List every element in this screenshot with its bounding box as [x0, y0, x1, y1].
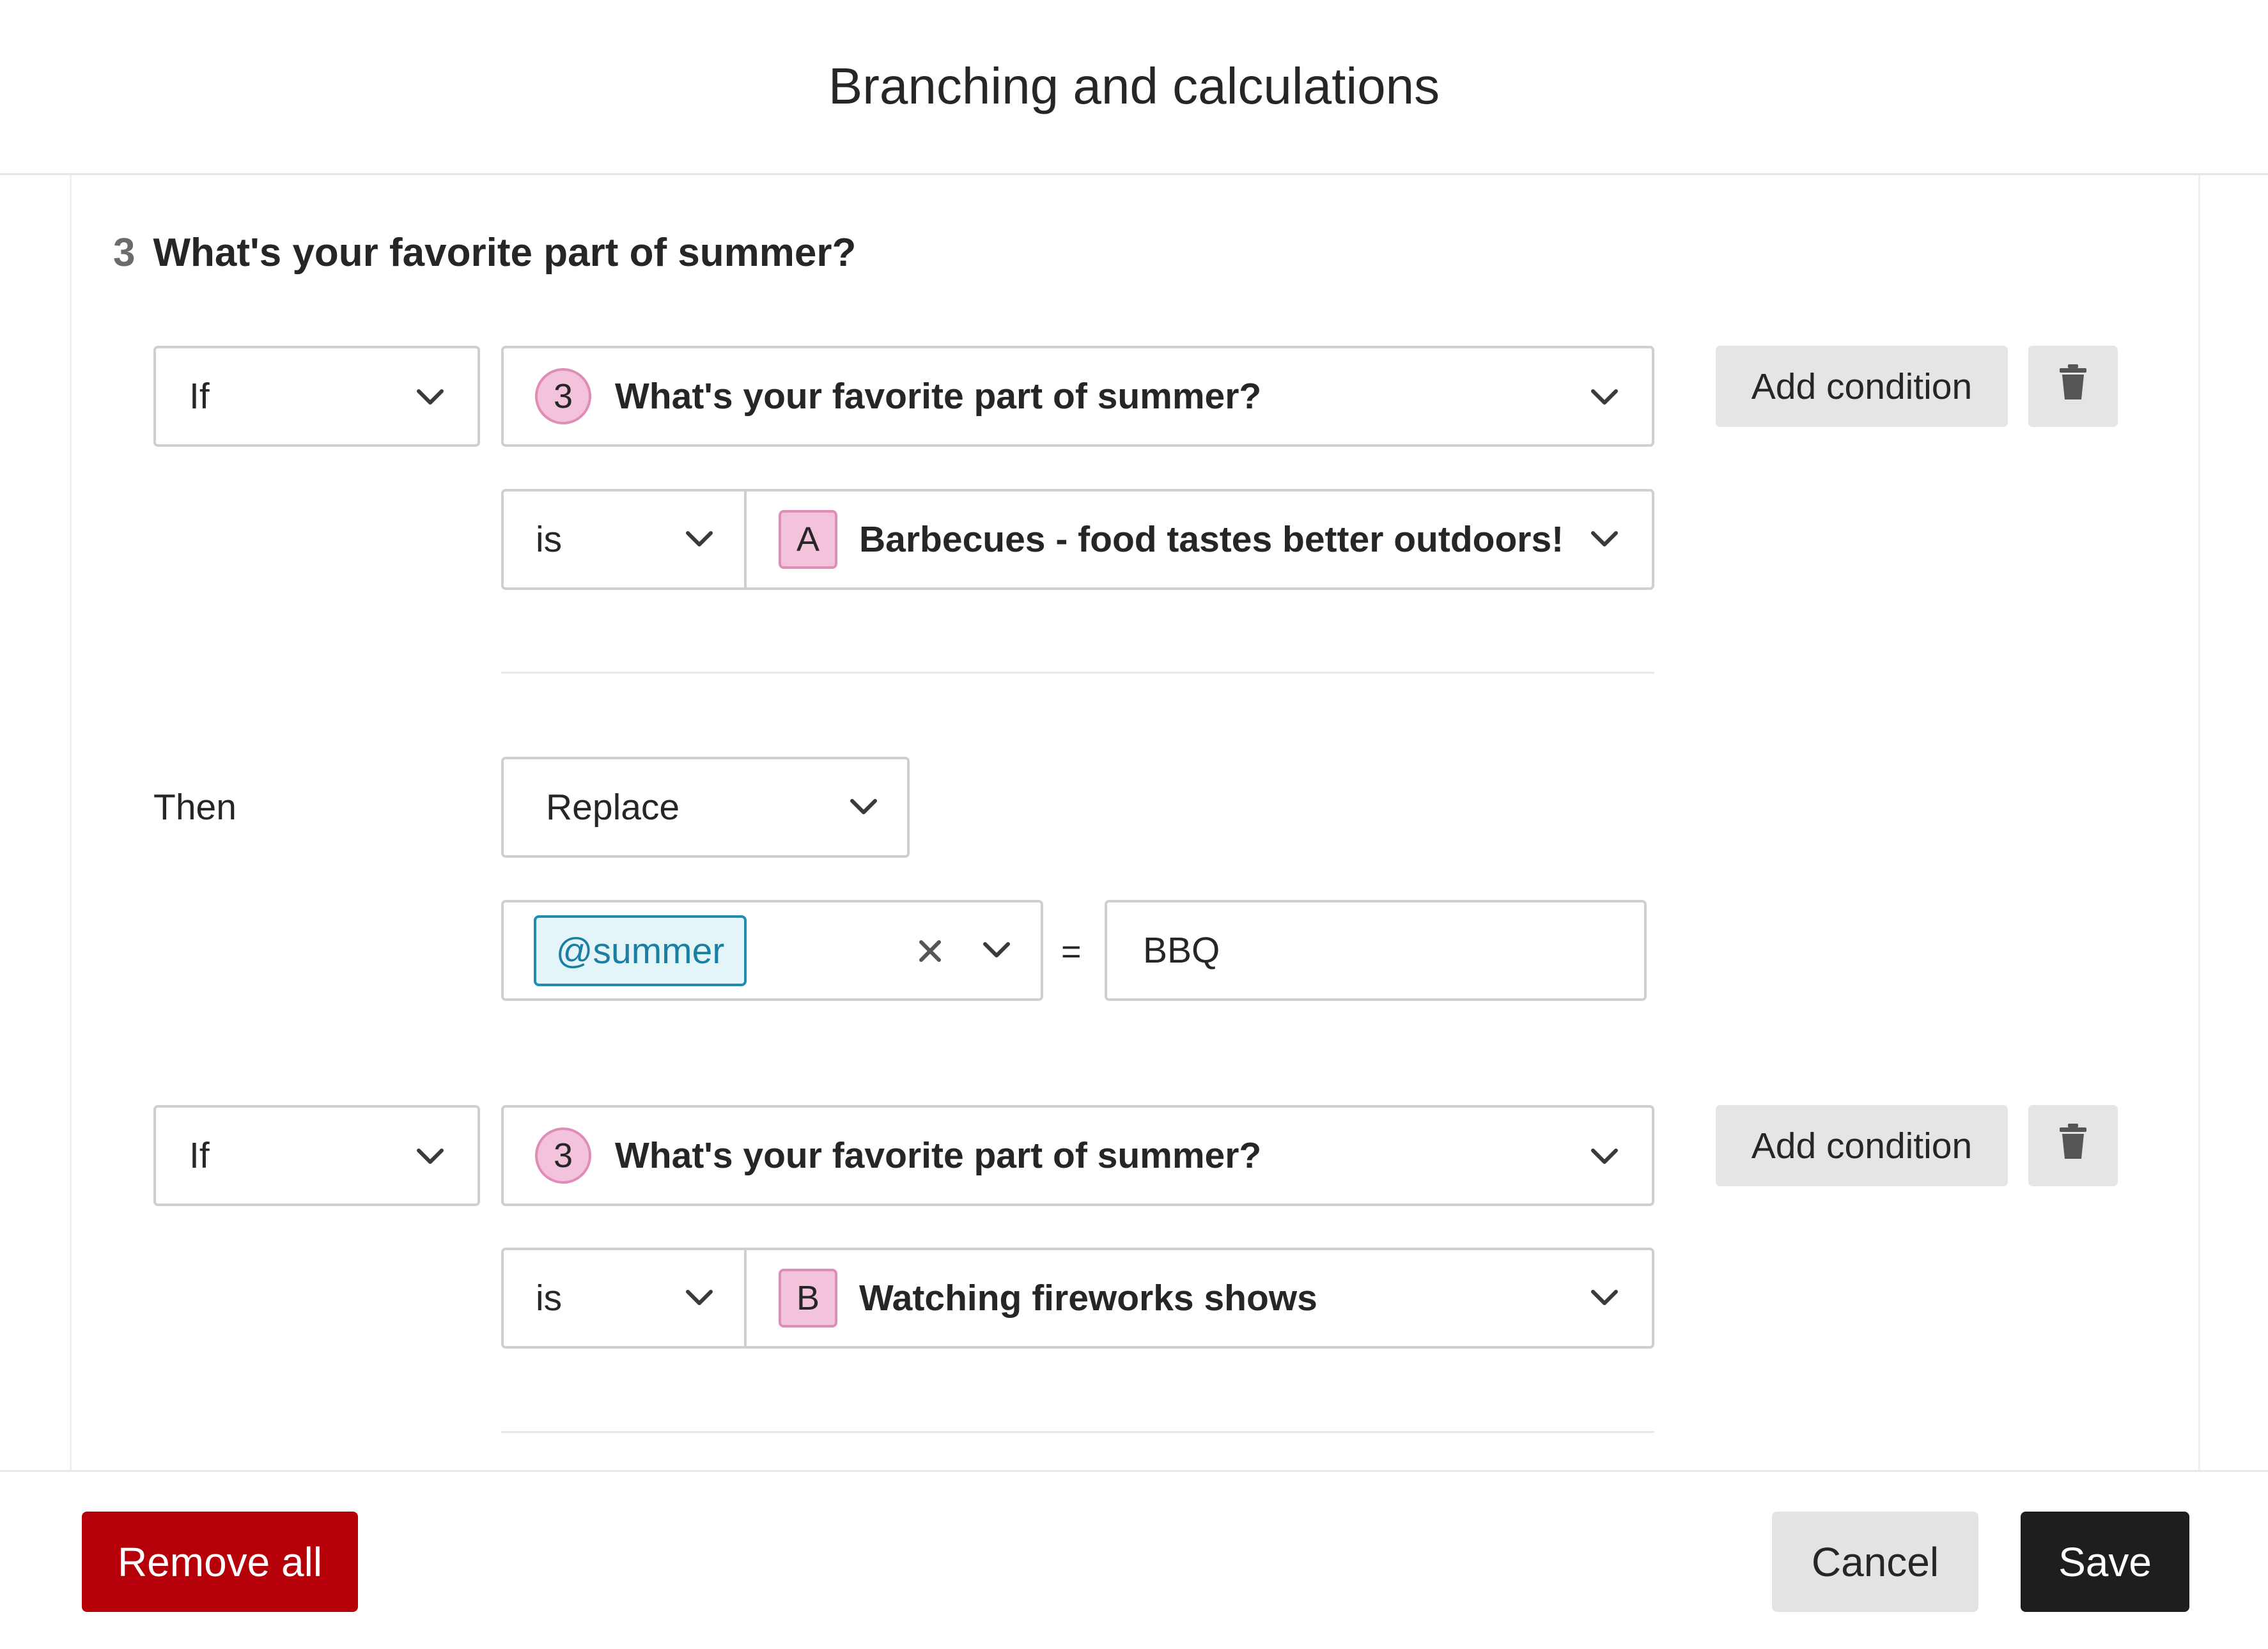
answer-select[interactable]: A Barbecues - food tastes better outdoor… [744, 489, 1654, 590]
delete-rule-button[interactable] [2028, 1105, 2118, 1186]
question-number-badge: 3 [535, 1127, 591, 1184]
remove-all-button[interactable]: Remove all [82, 1512, 358, 1612]
question-select-label: What's your favorite part of summer? [615, 1135, 1262, 1176]
chevron-down-icon [1590, 1289, 1619, 1308]
question-select[interactable]: 3 What's your favorite part of summer? [501, 346, 1654, 447]
answer-letter-badge: A [779, 510, 837, 569]
add-condition-button[interactable]: Add condition [1716, 1105, 2008, 1186]
chevron-down-icon [1590, 530, 1619, 549]
add-condition-button[interactable]: Add condition [1716, 346, 2008, 427]
question-select-label: What's your favorite part of summer? [615, 376, 1262, 417]
if-select[interactable]: If [153, 1105, 480, 1206]
replacement-value-text: BBQ [1143, 930, 1220, 971]
chevron-down-icon [850, 798, 878, 817]
chevron-down-icon [416, 388, 444, 407]
replacement-value-input[interactable]: BBQ [1105, 900, 1647, 1001]
equals-sign: = [1061, 933, 1082, 971]
modal-title: Branching and calculations [828, 57, 1440, 114]
variable-tag[interactable]: @summer [534, 915, 747, 986]
chevron-down-icon [1590, 1147, 1619, 1166]
if-select-label: If [189, 376, 210, 417]
save-button[interactable]: Save [2021, 1512, 2189, 1612]
action-select[interactable]: Replace [501, 757, 910, 858]
rule-divider [501, 672, 1654, 674]
question-number: 3 [113, 231, 136, 275]
then-label: Then [153, 787, 237, 828]
cancel-button[interactable]: Cancel [1772, 1512, 1978, 1612]
action-select-label: Replace [546, 787, 680, 828]
answer-select-label: Watching fireworks shows [859, 1278, 1317, 1319]
clear-icon[interactable] [919, 940, 942, 966]
chevron-down-icon [416, 1147, 444, 1166]
rule-divider [501, 1431, 1654, 1433]
question-heading: 3 What's your favorite part of summer? [113, 230, 856, 275]
modal-header: Branching and calculations [0, 0, 2268, 175]
if-select[interactable]: If [153, 346, 480, 447]
answer-select[interactable]: B Watching fireworks shows [744, 1248, 1654, 1349]
answer-select-label: Barbecues - food tastes better outdoors! [859, 519, 1564, 560]
question-select[interactable]: 3 What's your favorite part of summer? [501, 1105, 1654, 1206]
chevron-down-icon[interactable] [983, 941, 1011, 960]
answer-letter-badge: B [779, 1269, 837, 1328]
operator-select-label: is [536, 1278, 563, 1319]
question-number-badge: 3 [535, 368, 591, 424]
operator-select-label: is [536, 519, 563, 560]
chevron-down-icon [685, 1289, 713, 1308]
if-select-label: If [189, 1135, 210, 1176]
trash-icon [2059, 364, 2087, 409]
trash-icon [2059, 1123, 2087, 1168]
operator-select[interactable]: is [501, 489, 747, 590]
chevron-down-icon [1590, 388, 1619, 407]
delete-rule-button[interactable] [2028, 346, 2118, 427]
operator-select[interactable]: is [501, 1248, 747, 1349]
chevron-down-icon [685, 530, 713, 549]
question-title: What's your favorite part of summer? [153, 231, 857, 275]
